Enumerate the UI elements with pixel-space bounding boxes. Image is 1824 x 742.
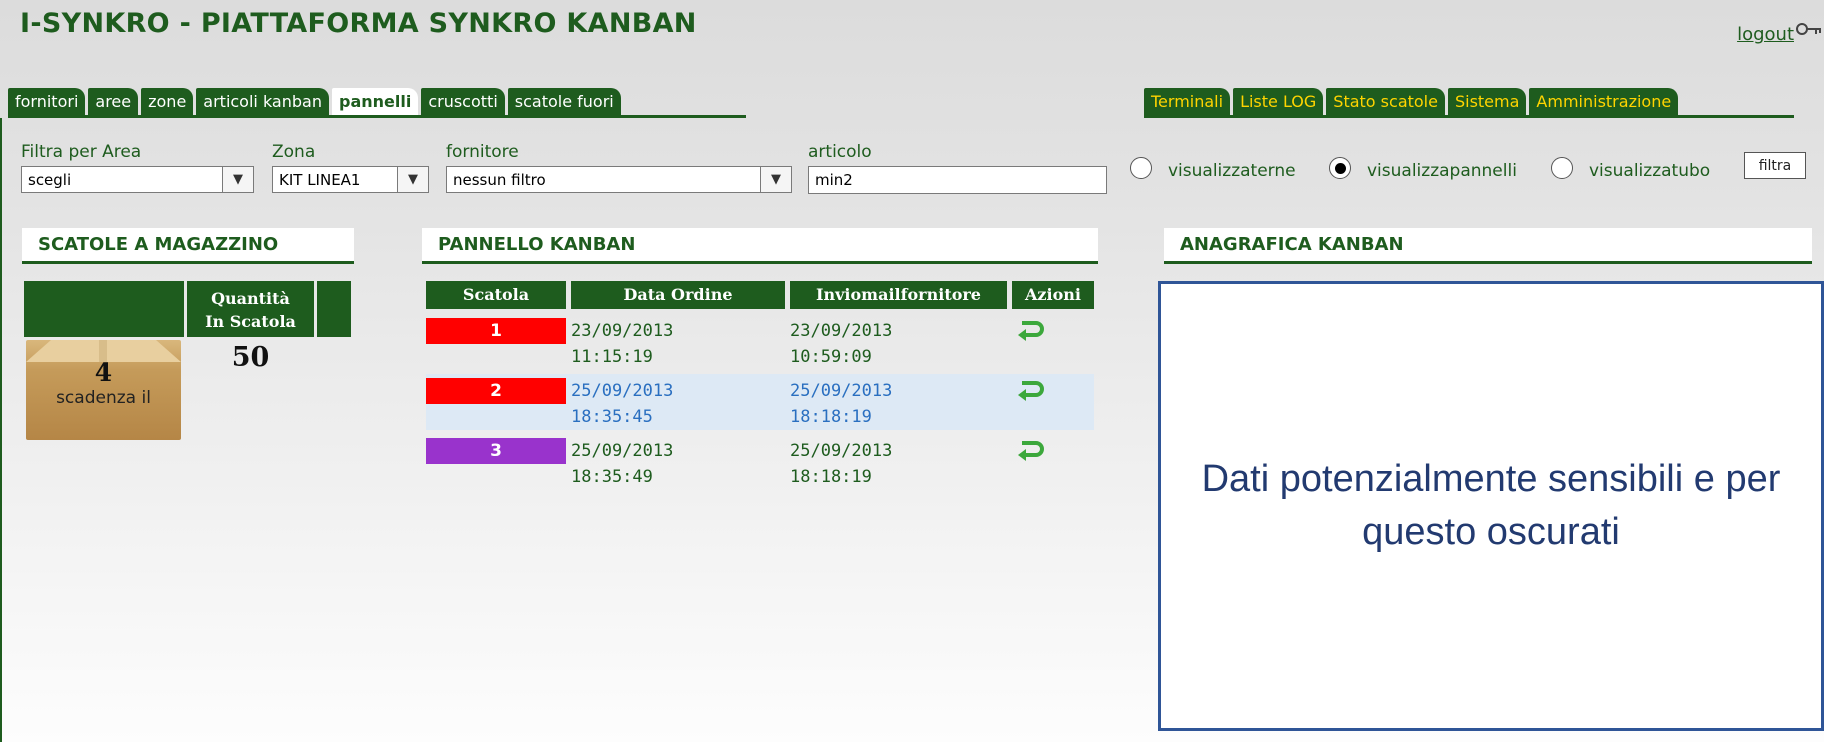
fornitore-select-value: nessun filtro [453,170,546,189]
zona-select-value: KIT LINEA1 [279,170,361,189]
box-count: 4 [94,358,113,387]
data-ordine-date: 25/09/2013 [571,381,674,401]
zona-filter-label: Zona [272,142,316,162]
tab-articoli-kanban[interactable]: articoli kanban [196,88,329,115]
data-ordine-time: 18:35:49 [571,467,653,487]
tab-amministrazione[interactable]: Amministrazione [1529,88,1679,115]
app-window: I-SYNKRO - PIATTAFORMA SYNKRO KANBAN log… [0,0,1824,742]
scatole-header-extra [317,281,351,337]
tab-liste-log[interactable]: Liste LOG [1233,88,1324,115]
col-inviomail-header: Inviomailfornitore [790,281,1007,309]
zona-select[interactable]: KIT LINEA1 ▼ [272,166,429,193]
invio-time: 18:18:19 [790,407,872,427]
invio-time: 10:59:09 [790,347,872,367]
content-left-border [0,118,2,742]
tab-zone[interactable]: zone [141,88,194,115]
return-arrow-icon[interactable] [1016,378,1046,406]
fornitore-filter-label: fornitore [446,142,519,162]
radio-label-visualizzaterne: visualizzaterne [1168,161,1296,181]
tab-terminali[interactable]: Terminali [1144,88,1231,115]
data-ordine-date: 23/09/2013 [571,321,674,341]
tab-stato-scatole[interactable]: Stato scatole [1326,88,1445,115]
invio-date: 25/09/2013 [790,441,893,461]
area-select[interactable]: scegli ▼ [21,166,254,193]
radio-label-visualizzapannelli: visualizzapannelli [1367,161,1517,181]
box-caption: scadenza il [56,388,151,408]
tab-cruscotti[interactable]: cruscotti [421,88,505,115]
pannello-kanban-title: PANNELLO KANBAN [422,228,1098,264]
chevron-down-icon[interactable]: ▼ [760,167,791,192]
fornitore-select[interactable]: nessun filtro ▼ [446,166,792,193]
tab-fornitori[interactable]: fornitori [8,88,86,115]
tab-sistema[interactable]: Sistema [1447,88,1527,115]
tabs-divider [8,115,746,118]
radio-visualizzatubo[interactable] [1551,157,1573,179]
invio-date: 23/09/2013 [790,321,893,341]
radio-label-visualizzatubo: visualizzatubo [1589,161,1711,181]
quantita-header: Quantità In Scatola [187,281,314,337]
app-title: I-SYNKRO - PIATTAFORMA SYNKRO KANBAN [20,8,697,39]
logout-link[interactable]: logout [1737,24,1794,45]
chevron-down-icon[interactable]: ▼ [222,167,253,192]
invio-time: 18:18:19 [790,467,872,487]
scatola-number: 1 [426,318,566,344]
chevron-down-icon[interactable]: ▼ [397,167,428,192]
scatola-number: 3 [426,438,566,464]
main-tabs: fornitori aree zone articoli kanban pann… [8,88,624,115]
return-arrow-icon[interactable] [1016,438,1046,466]
admin-tabs-divider [1144,115,1794,118]
key-icon[interactable] [1796,18,1822,42]
data-ordine-time: 18:35:45 [571,407,653,427]
col-azioni-header: Azioni [1012,281,1094,309]
area-select-value: scegli [28,170,72,189]
admin-tabs: Terminali Liste LOG Stato scatole Sistem… [1144,88,1681,115]
scatola-number: 2 [426,378,566,404]
box-quantity: 50 [231,342,270,373]
articolo-input[interactable] [808,166,1107,194]
scatole-magazzino-title: SCATOLE A MAGAZZINO [22,228,354,264]
radio-visualizzaterne[interactable] [1130,157,1152,179]
filtra-button[interactable]: filtra [1744,152,1806,179]
data-ordine-time: 11:15:19 [571,347,653,367]
invio-date: 25/09/2013 [790,381,893,401]
radio-visualizzapannelli[interactable] [1329,157,1351,179]
tab-pannelli[interactable]: pannelli [331,88,419,115]
col-scatola-header: Scatola [426,281,566,309]
anagrafica-kanban-title: ANAGRAFICA KANBAN [1164,228,1812,264]
data-ordine-date: 25/09/2013 [571,441,674,461]
redaction-overlay: Dati potenzialmente sensibili e per ques… [1158,281,1824,731]
scatole-header-empty [24,281,184,337]
tab-scatole-fuori[interactable]: scatole fuori [507,88,621,115]
return-arrow-icon[interactable] [1016,318,1046,346]
articolo-filter-label: articolo [808,142,872,162]
redaction-text: Dati potenzialmente sensibili e per ques… [1201,457,1781,553]
tab-aree[interactable]: aree [88,88,139,115]
area-filter-label: Filtra per Area [21,142,142,162]
col-data-ordine-header: Data Ordine [571,281,785,309]
